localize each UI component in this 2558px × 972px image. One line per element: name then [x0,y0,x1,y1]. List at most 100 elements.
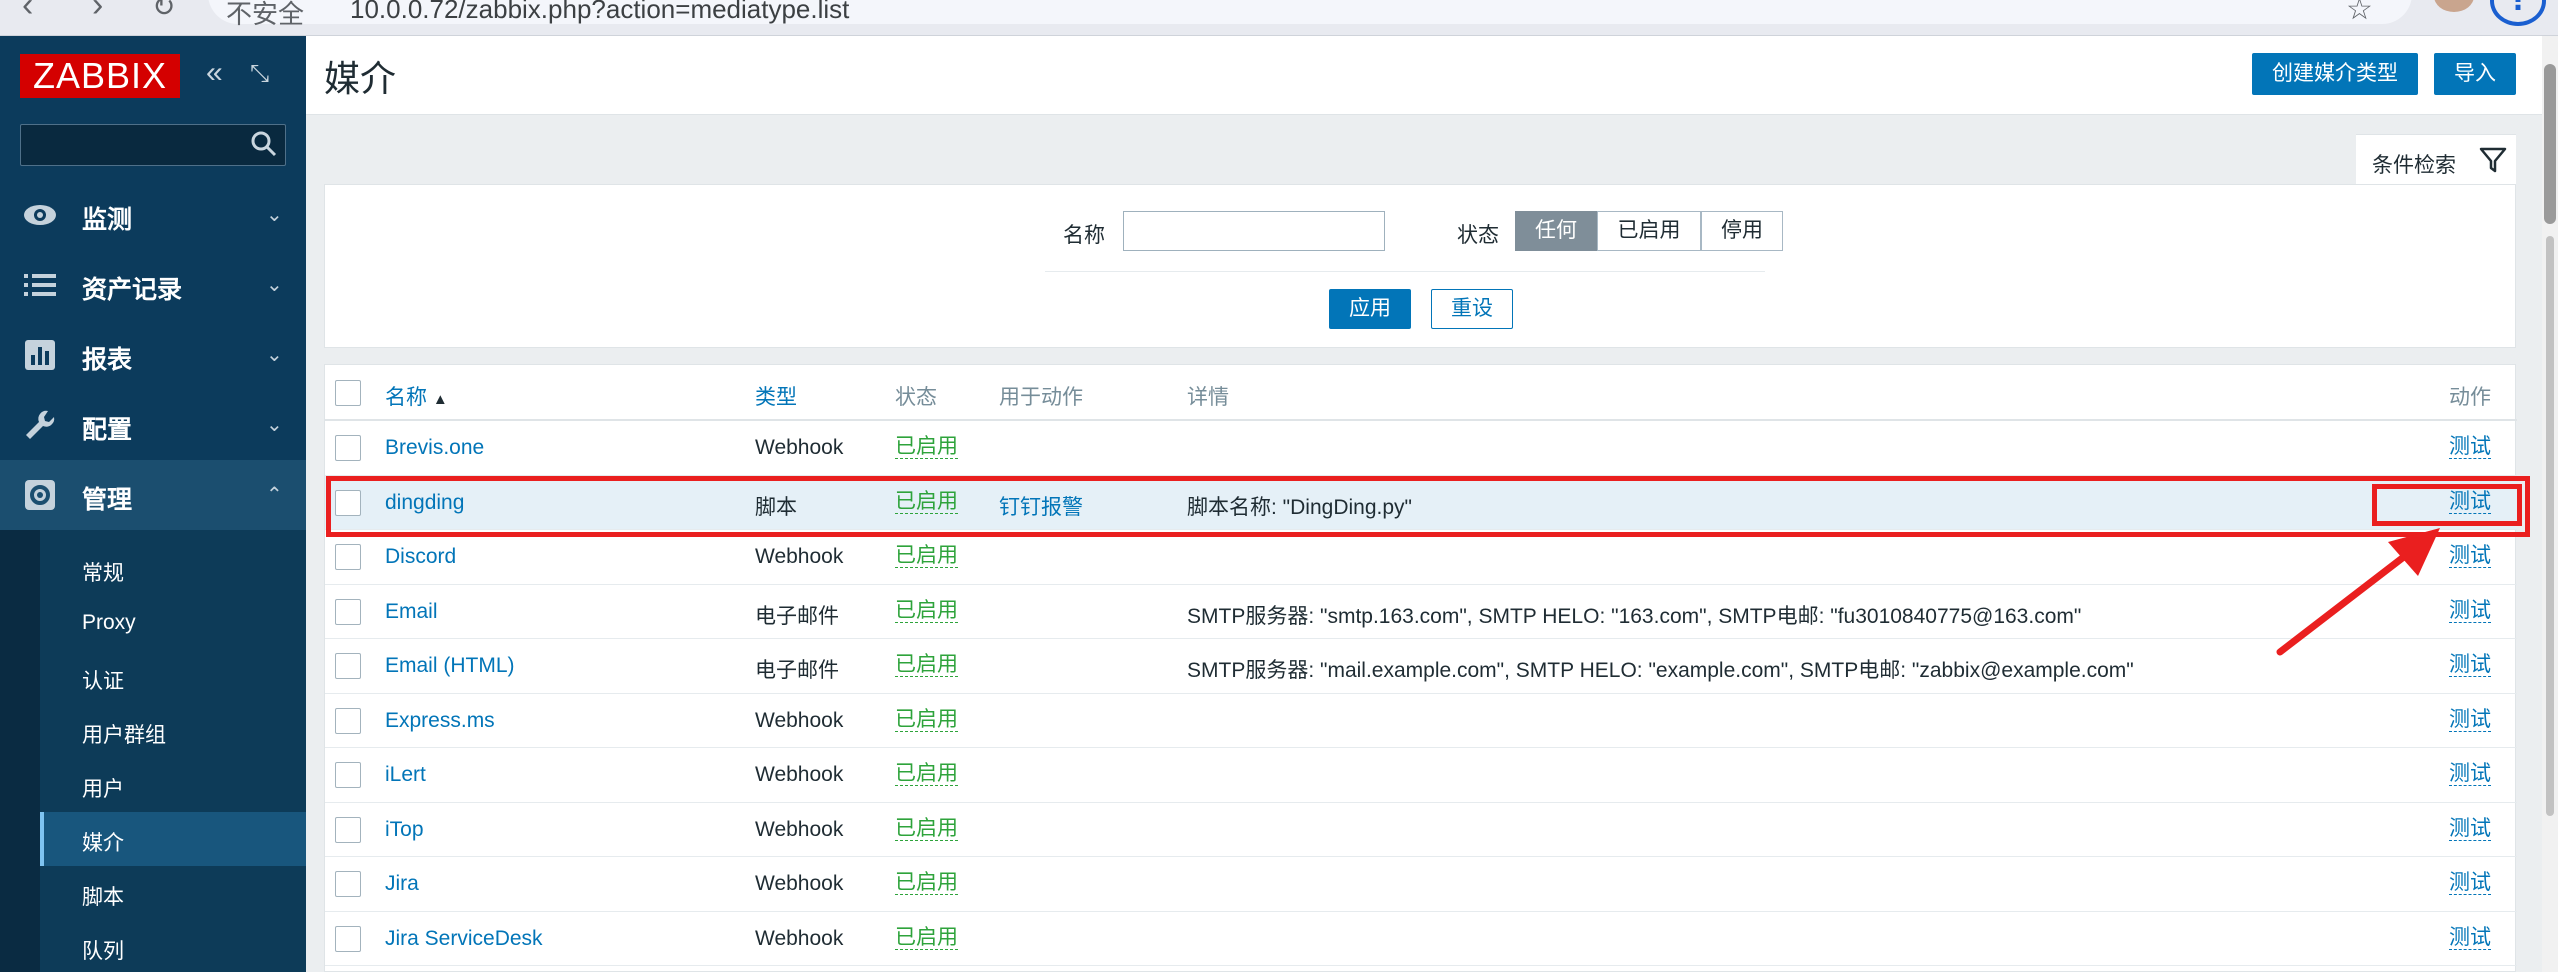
test-link[interactable]: 测试 [2449,708,2491,732]
nav-administration[interactable]: 管理 ⌃ [0,460,306,530]
row-checkbox[interactable] [335,816,361,843]
kiosk-mode-icon[interactable]: ⤡ [250,60,269,88]
nav-reports[interactable]: 报表 ⌄ [0,320,306,390]
status-toggle[interactable]: 已启用 [895,872,958,895]
bookmark-star-icon[interactable]: ☆ [2346,0,2373,27]
row-checkbox[interactable] [335,925,361,952]
page-scrollbar[interactable] [2542,36,2558,972]
nav-inventory[interactable]: 资产记录 ⌄ [0,250,306,320]
media-type: Webhook [755,817,844,841]
chevron-down-icon: ⌄ [266,344,283,366]
test-link[interactable]: 测试 [2449,926,2491,950]
media-type: Webhook [755,926,844,950]
row-checkbox[interactable] [335,598,361,625]
filter-icon [2479,147,2507,173]
submenu-authentication[interactable]: 认证 [40,650,306,704]
status-toggle[interactable]: 已启用 [895,817,958,841]
row-checkbox[interactable] [335,707,361,734]
row-checkbox[interactable] [335,544,361,570]
test-link[interactable]: 测试 [2449,872,2491,895]
status-any-option[interactable]: 任何 [1515,211,1597,251]
status-toggle[interactable]: 已启用 [895,708,958,732]
column-action-header: 动作 [2449,386,2491,409]
eye-icon [24,205,56,225]
media-name-link[interactable]: Jira ServiceDesk [385,927,543,951]
media-name-link[interactable]: Discord [385,545,456,569]
status-toggle[interactable]: 已启用 [895,436,958,459]
apply-button[interactable]: 应用 [1329,289,1411,329]
media-name-link[interactable]: Express.ms [385,709,495,733]
browser-menu-icon[interactable]: ⋮ [2490,0,2546,26]
import-button[interactable]: 导入 [2434,53,2516,95]
table-row: Jira Webhook 已启用 测试 [325,857,2517,912]
test-link[interactable]: 测试 [2449,599,2491,623]
nav-label: 监测 [82,206,133,234]
table-row: Jira ServiceDesk Webhook 已启用 测试 [325,912,2517,966]
media-details: 脚本名称: "DingDing.py" [1187,495,1412,519]
scrollbar-thumb[interactable] [2544,64,2556,224]
collapse-sidebar-icon[interactable]: « [206,56,223,90]
media-name-link[interactable]: iLert [385,763,426,787]
status-toggle[interactable]: 已启用 [895,763,958,786]
test-link[interactable]: 测试 [2449,436,2491,459]
back-icon[interactable]: ‹ [22,0,33,25]
chevron-down-icon: ⌄ [266,414,283,436]
media-name-link[interactable]: Brevis.one [385,436,484,460]
status-toggle[interactable]: 已启用 [895,545,958,568]
submenu-queue[interactable]: 队列 [40,920,306,972]
row-checkbox[interactable] [335,489,361,516]
submenu-proxy[interactable]: Proxy [40,596,306,650]
select-all-checkbox[interactable] [335,380,361,406]
media-name-link[interactable]: dingding [385,491,464,515]
media-name-link[interactable]: Jira [385,872,419,896]
status-toggle[interactable]: 已启用 [895,599,958,623]
search-icon[interactable] [249,129,279,159]
filter-tab[interactable]: 条件检索 [2356,134,2516,184]
avatar[interactable] [2434,0,2474,12]
media-name-link[interactable]: Email [385,600,438,624]
forward-icon[interactable]: › [92,0,103,25]
submenu-media-types[interactable]: 媒介 [40,812,306,866]
media-type: Webhook [755,545,844,568]
submenu-general[interactable]: 常规 [40,542,306,596]
column-type-header[interactable]: 类型 [755,381,797,411]
status-toggle[interactable]: 已启用 [895,926,958,950]
status-toggle[interactable]: 已启用 [895,490,958,514]
site-security-label: 不安全 [226,0,305,29]
row-checkbox[interactable] [335,762,361,788]
status-disabled-option[interactable]: 停用 [1701,211,1783,251]
row-checkbox[interactable] [335,653,361,679]
table-header: 名称 ▲ 类型 状态 用于动作 详情 动作 [325,365,2517,421]
reset-button[interactable]: 重设 [1431,289,1513,329]
column-used-in-actions-header: 用于动作 [999,386,1083,409]
used-in-action-link[interactable]: 钉钉报警 [999,491,1083,521]
address-bar[interactable]: 不安全 10.0.0.72/zabbix.php?action=mediatyp… [208,0,2412,29]
media-type: Webhook [755,436,844,459]
test-link[interactable]: 测试 [2449,490,2491,514]
filter-divider [1045,271,1765,272]
test-link[interactable]: 测试 [2449,545,2491,568]
nav-monitoring[interactable]: 监测 ⌄ [0,180,306,250]
media-types-table: 名称 ▲ 类型 状态 用于动作 详情 动作 Brevis.one Webhook… [324,364,2517,972]
row-checkbox[interactable] [335,435,361,461]
media-name-link[interactable]: iTop [385,818,424,842]
submenu-users[interactable]: 用户 [40,758,306,812]
submenu-user-groups[interactable]: 用户群组 [40,704,306,758]
filter-status-label: 状态 [1457,224,1499,247]
create-media-type-button[interactable]: 创建媒介类型 [2252,53,2418,95]
reload-icon[interactable]: ↻ [152,0,175,23]
row-checkbox[interactable] [335,871,361,897]
test-link[interactable]: 测试 [2449,817,2491,841]
status-toggle[interactable]: 已启用 [895,654,958,677]
media-type: 电子邮件 [755,604,839,628]
media-name-link[interactable]: Email (HTML) [385,654,515,678]
submenu-scripts[interactable]: 脚本 [40,866,306,920]
sidebar-search-input[interactable] [20,124,286,166]
column-name-header[interactable]: 名称 ▲ [385,381,448,411]
status-enabled-option[interactable]: 已启用 [1597,211,1701,251]
nav-configuration[interactable]: 配置 ⌄ [0,390,306,460]
test-link[interactable]: 测试 [2449,763,2491,786]
column-details-header: 详情 [1187,386,1229,409]
test-link[interactable]: 测试 [2449,654,2491,677]
filter-name-input[interactable] [1123,211,1385,251]
